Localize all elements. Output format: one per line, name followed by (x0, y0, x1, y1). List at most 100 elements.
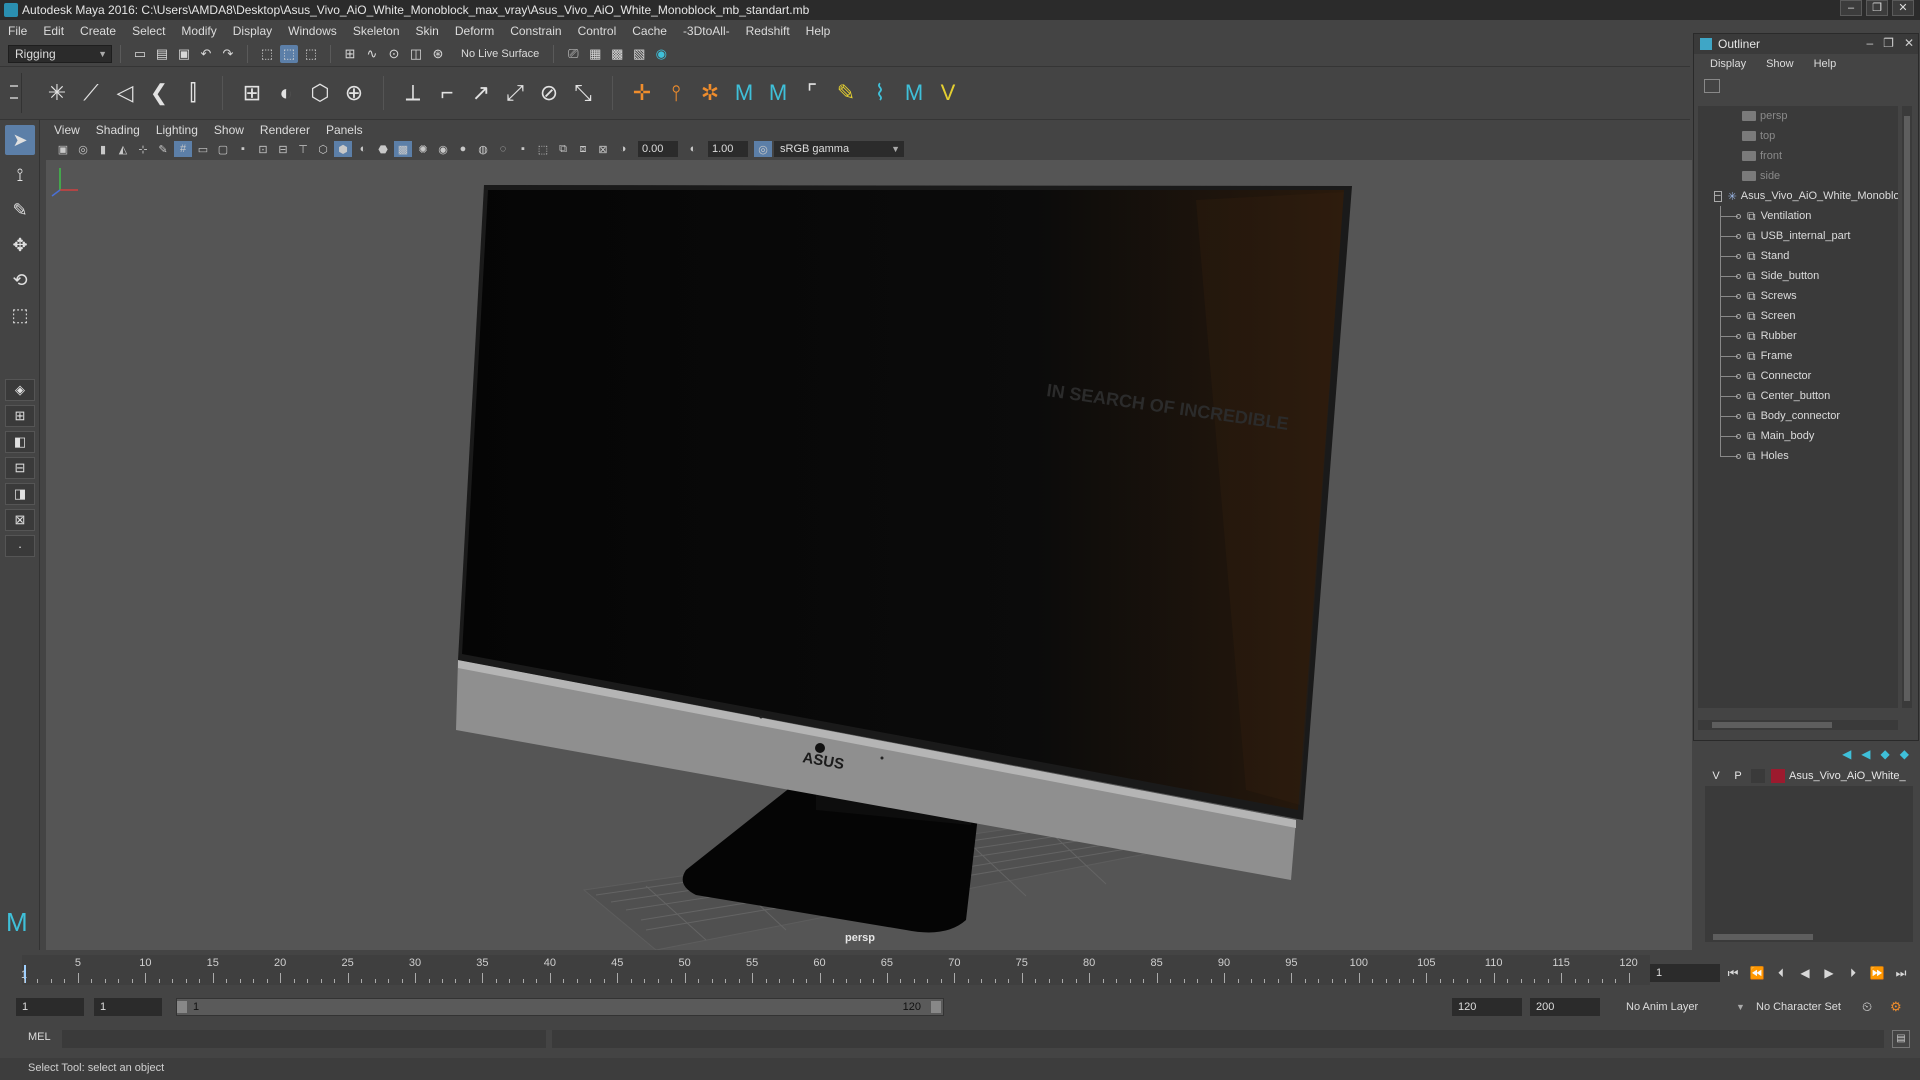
menu-windows[interactable]: Windows (288, 24, 337, 38)
select-tool-icon[interactable]: ➤ (5, 125, 35, 155)
textured-icon[interactable]: ▩ (394, 141, 412, 157)
redo-icon[interactable]: ↷ (219, 45, 237, 63)
layer-visibility-toggle[interactable]: V (1705, 770, 1727, 782)
aim-constraint-icon[interactable]: ↗ (466, 78, 496, 108)
cluster-icon[interactable]: ⊕ (339, 78, 369, 108)
wireframe-icon[interactable]: ⬡ (314, 141, 332, 157)
menu-cache[interactable]: Cache (632, 24, 667, 38)
isolate-select-icon[interactable]: ⬚ (534, 141, 552, 157)
persp-outliner-layout-icon[interactable]: ◧ (5, 431, 35, 453)
menu-file[interactable]: File (8, 24, 27, 38)
hik-icon[interactable]: ⫯ (661, 78, 691, 108)
select-by-object-icon[interactable]: ⬚ (280, 45, 298, 63)
outliner-menu-show[interactable]: Show (1766, 58, 1794, 70)
rotate-tool-icon[interactable]: ⟲ (5, 265, 35, 295)
snap-curve-icon[interactable]: ∿ (363, 45, 381, 63)
depth-of-field-icon[interactable]: ▪ (514, 141, 532, 157)
animation-start-field[interactable]: 1 (16, 998, 84, 1016)
shadows-icon[interactable]: ◉ (434, 141, 452, 157)
gamma-icon[interactable]: ◐ (684, 141, 702, 157)
outliner-item-connector[interactable]: ⧉ Connector (1698, 366, 1898, 386)
menu-redshift[interactable]: Redshift (746, 24, 790, 38)
viewport-menu-lighting[interactable]: Lighting (156, 123, 198, 137)
make-live-icon[interactable]: ⊛ (429, 45, 447, 63)
orient-constraint-icon[interactable]: ⊘ (534, 78, 564, 108)
outliner-item-holes[interactable]: ⧉ Holes (1698, 446, 1898, 466)
film-gate-icon[interactable]: ▭ (194, 141, 212, 157)
lattice-icon[interactable]: ⬡ (305, 78, 335, 108)
paint-skin-icon[interactable]: ⌇ (865, 78, 895, 108)
outliner-item-screen[interactable]: ⧉ Screen (1698, 306, 1898, 326)
human-ik-icon[interactable]: ✲ (695, 78, 725, 108)
exposure-icon[interactable]: ◑ (614, 141, 632, 157)
point-constraint-icon[interactable]: ⌐ (432, 78, 462, 108)
bind-skin-icon[interactable]: ⊞ (237, 78, 267, 108)
outliner-item-side[interactable]: side (1698, 166, 1898, 186)
viewport-menu-panels[interactable]: Panels (326, 123, 363, 137)
step-back-frame-icon[interactable]: ⏴ (1772, 964, 1790, 982)
minimize-button[interactable]: – (1866, 36, 1873, 50)
outliner-item-side-button[interactable]: ⧉ Side_button (1698, 266, 1898, 286)
layer-display-type-toggle[interactable] (1751, 769, 1765, 783)
use-all-lights-icon[interactable]: ✺ (414, 141, 432, 157)
menu-display[interactable]: Display (233, 24, 272, 38)
outliner-item-usb-internal-part[interactable]: ⧉ USB_internal_part (1698, 226, 1898, 246)
paint-weights-icon[interactable]: ✎ (831, 78, 861, 108)
menu-constrain[interactable]: Constrain (510, 24, 561, 38)
hypershade-layout-icon[interactable]: ◨ (5, 483, 35, 505)
persp-graph-layout-icon[interactable]: ⊟ (5, 457, 35, 479)
menu-modify[interactable]: Modify (181, 24, 216, 38)
joint-tool-icon[interactable]: ✳ (42, 78, 72, 108)
animation-preferences-icon[interactable]: ⚙ (1890, 998, 1902, 1016)
select-camera-icon[interactable]: ▣ (54, 141, 72, 157)
range-end-handle[interactable] (931, 1001, 941, 1013)
ipr-render-icon[interactable]: ▧ (630, 45, 648, 63)
new-scene-icon[interactable]: ▭ (131, 45, 149, 63)
move-layer-up-icon[interactable]: ◀ (1842, 747, 1851, 761)
current-frame-field[interactable]: 1 (1650, 964, 1720, 982)
mel-label[interactable]: MEL (28, 1031, 51, 1043)
ik-handle-icon[interactable]: ⟋ (76, 78, 106, 108)
outliner-item-screws[interactable]: ⧉ Screws (1698, 286, 1898, 306)
snap-view-plane-icon[interactable]: ◫ (407, 45, 425, 63)
snap-point-icon[interactable]: ⊙ (385, 45, 403, 63)
move-layer-down-icon[interactable]: ◀ (1861, 747, 1870, 761)
select-by-component-icon[interactable]: ⬚ (302, 45, 320, 63)
pole-vector-icon[interactable]: ⤡ (568, 78, 598, 108)
outliner-item-ventilation[interactable]: ⧉ Ventilation (1698, 206, 1898, 226)
menu-3dtoall[interactable]: -3DtoAll- (683, 24, 730, 38)
hypershade-icon[interactable]: ◉ (652, 45, 670, 63)
vee-tool-icon[interactable]: V (933, 78, 963, 108)
scale-constraint-icon[interactable]: ⤢ (500, 78, 530, 108)
command-input[interactable] (62, 1030, 546, 1048)
move-tool-icon[interactable]: ✥ (5, 230, 35, 260)
color-management-icon[interactable]: ◎ (754, 141, 772, 157)
mirror-joint-icon[interactable]: ❮ (144, 78, 174, 108)
outliner-item-body-connector[interactable]: ⧉ Body_connector (1698, 406, 1898, 426)
locator-icon[interactable]: ✛ (627, 78, 657, 108)
safe-title-icon[interactable]: ⊤ (294, 141, 312, 157)
lasso-tool-icon[interactable]: ⟟ (5, 160, 35, 190)
perspective-viewport[interactable]: IN SEARCH OF INCREDIBLE ASUS persp (46, 160, 1692, 950)
select-by-hierarchy-icon[interactable]: ⬚ (258, 45, 276, 63)
time-slider-track[interactable]: 1 51015202530354045505560657075808590951… (21, 955, 1650, 985)
menu-deform[interactable]: Deform (455, 24, 494, 38)
close-button[interactable]: ✕ (1892, 0, 1914, 16)
collapse-icon[interactable]: – (1714, 190, 1722, 202)
smooth-bind-icon[interactable]: ◐ (271, 78, 301, 108)
viewport-menu-renderer[interactable]: Renderer (260, 123, 310, 137)
render-view-icon[interactable]: ▦ (586, 45, 604, 63)
single-perspective-layout-icon[interactable]: ◈ (5, 379, 35, 401)
animation-end-field[interactable]: 200 (1530, 998, 1600, 1016)
outliner-item-stand[interactable]: ⧉ Stand (1698, 246, 1898, 266)
grease-pencil-icon[interactable]: ✎ (154, 141, 172, 157)
maximize-button[interactable]: ❐ (1866, 0, 1888, 16)
render-current-frame-icon[interactable]: ▩ (608, 45, 626, 63)
layer-playback-toggle[interactable]: P (1727, 770, 1749, 782)
shelf-menu-handle[interactable] (4, 73, 22, 113)
step-forward-frame-icon[interactable]: ⏵ (1844, 964, 1862, 982)
maya-logo-icon[interactable]: M (729, 78, 759, 108)
open-scene-icon[interactable]: ▤ (153, 45, 171, 63)
safe-action-icon[interactable]: ⊟ (274, 141, 292, 157)
use-default-material-icon[interactable]: ◐ (354, 141, 372, 157)
